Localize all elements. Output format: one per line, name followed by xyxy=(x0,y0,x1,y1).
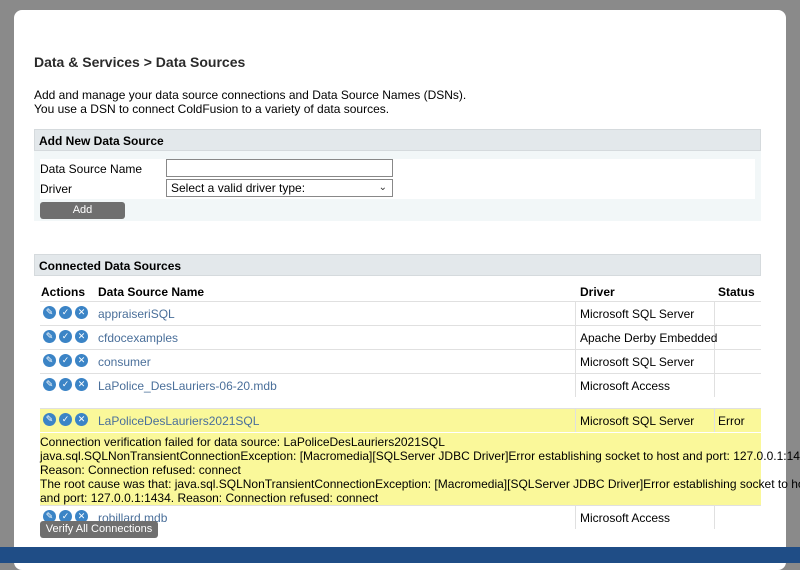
col-name: Data Source Name xyxy=(98,285,205,299)
pencil-icon[interactable]: ✎ xyxy=(43,378,56,391)
driver-label: Driver xyxy=(40,182,72,196)
error-message: Connection verification failed for data … xyxy=(40,433,800,505)
driver-value: Microsoft Access xyxy=(580,379,671,393)
driver-value: Microsoft SQL Server xyxy=(580,307,695,321)
table-row: ✎ ✓ ✕ consumer Microsoft SQL Server xyxy=(40,349,761,373)
pencil-icon[interactable]: ✎ xyxy=(43,354,56,367)
driver-select[interactable]: Select a valid driver type: ⌄ xyxy=(166,179,393,197)
error-line-3: Reason: Connection refused: connect xyxy=(40,463,241,477)
data-source-name-input[interactable] xyxy=(166,159,393,177)
x-icon[interactable]: ✕ xyxy=(75,306,88,319)
table-header: Actions Data Source Name Driver Status xyxy=(40,281,761,301)
page-description: Add and manage your data source connecti… xyxy=(34,88,466,116)
pencil-icon[interactable]: ✎ xyxy=(43,306,56,319)
data-source-link[interactable]: LaPolice_DesLauriers-06-20.mdb xyxy=(98,379,277,393)
driver-select-value: Select a valid driver type: xyxy=(171,181,306,195)
error-line-1: Connection verification failed for data … xyxy=(40,435,445,449)
table-row: ✎ ✓ ✕ cfdocexamples Apache Derby Embedded xyxy=(40,325,761,349)
driver-value: Apache Derby Embedded xyxy=(580,331,718,345)
error-line-5: and port: 127.0.0.1:1434. Reason: Connec… xyxy=(40,491,379,505)
add-panel-title: Add New Data Source xyxy=(34,129,761,151)
verify-all-connections-button[interactable]: Verify All Connections xyxy=(40,521,158,538)
x-icon[interactable]: ✕ xyxy=(75,378,88,391)
col-driver: Driver xyxy=(580,285,615,299)
data-source-link[interactable]: consumer xyxy=(98,355,151,369)
breadcrumb: Data & Services > Data Sources xyxy=(34,54,246,70)
name-row: Data Source Name xyxy=(40,159,755,179)
check-icon[interactable]: ✓ xyxy=(59,413,72,426)
add-panel-body: Data Source Name Driver Select a valid d… xyxy=(34,151,761,221)
data-source-link[interactable]: cfdocexamples xyxy=(98,331,178,345)
content-page: Data & Services > Data Sources Add and m… xyxy=(14,10,800,570)
error-line-2: java.sql.SQLNonTransientConnectionExcept… xyxy=(40,449,800,463)
table-row-error: ✎ ✓ ✕ LaPoliceDesLauriers2021SQL Microsoft… xyxy=(40,408,761,432)
driver-value: Microsoft Access xyxy=(580,511,671,525)
pencil-icon[interactable]: ✎ xyxy=(43,413,56,426)
driver-value: Microsoft SQL Server xyxy=(580,355,695,369)
check-icon[interactable]: ✓ xyxy=(59,330,72,343)
description-line-1: Add and manage your data source connecti… xyxy=(34,88,467,102)
check-icon[interactable]: ✓ xyxy=(59,354,72,367)
x-icon[interactable]: ✕ xyxy=(75,413,88,426)
x-icon[interactable]: ✕ xyxy=(75,354,88,367)
check-icon[interactable]: ✓ xyxy=(59,306,72,319)
col-actions: Actions xyxy=(41,285,86,299)
driver-value: Microsoft SQL Server xyxy=(580,414,695,428)
check-icon[interactable]: ✓ xyxy=(59,378,72,391)
data-source-link[interactable]: LaPoliceDesLauriers2021SQL xyxy=(98,414,259,428)
table-row: ✎ ✓ ✕ LaPolice_DesLauriers-06-20.mdb Micro… xyxy=(40,373,761,397)
pencil-icon[interactable]: ✎ xyxy=(43,330,56,343)
add-button[interactable]: Add xyxy=(40,202,125,219)
table-row: ✎ ✓ ✕ appraiseriSQL Microsoft SQL Server xyxy=(40,301,761,325)
driver-row: Driver Select a valid driver type: ⌄ xyxy=(40,179,755,199)
chevron-down-icon: ⌄ xyxy=(378,182,387,193)
description-line-2: You use a DSN to connect ColdFusion to a… xyxy=(34,102,390,116)
data-source-link[interactable]: appraiseriSQL xyxy=(98,307,175,321)
name-label: Data Source Name xyxy=(40,162,143,176)
x-icon[interactable]: ✕ xyxy=(75,330,88,343)
status-badge: Error xyxy=(718,414,745,428)
error-line-4: The root cause was that: java.sql.SQLNon… xyxy=(40,477,800,491)
col-status: Status xyxy=(718,285,755,299)
connected-panel-title: Connected Data Sources xyxy=(34,254,761,276)
footer-bar xyxy=(0,547,800,563)
